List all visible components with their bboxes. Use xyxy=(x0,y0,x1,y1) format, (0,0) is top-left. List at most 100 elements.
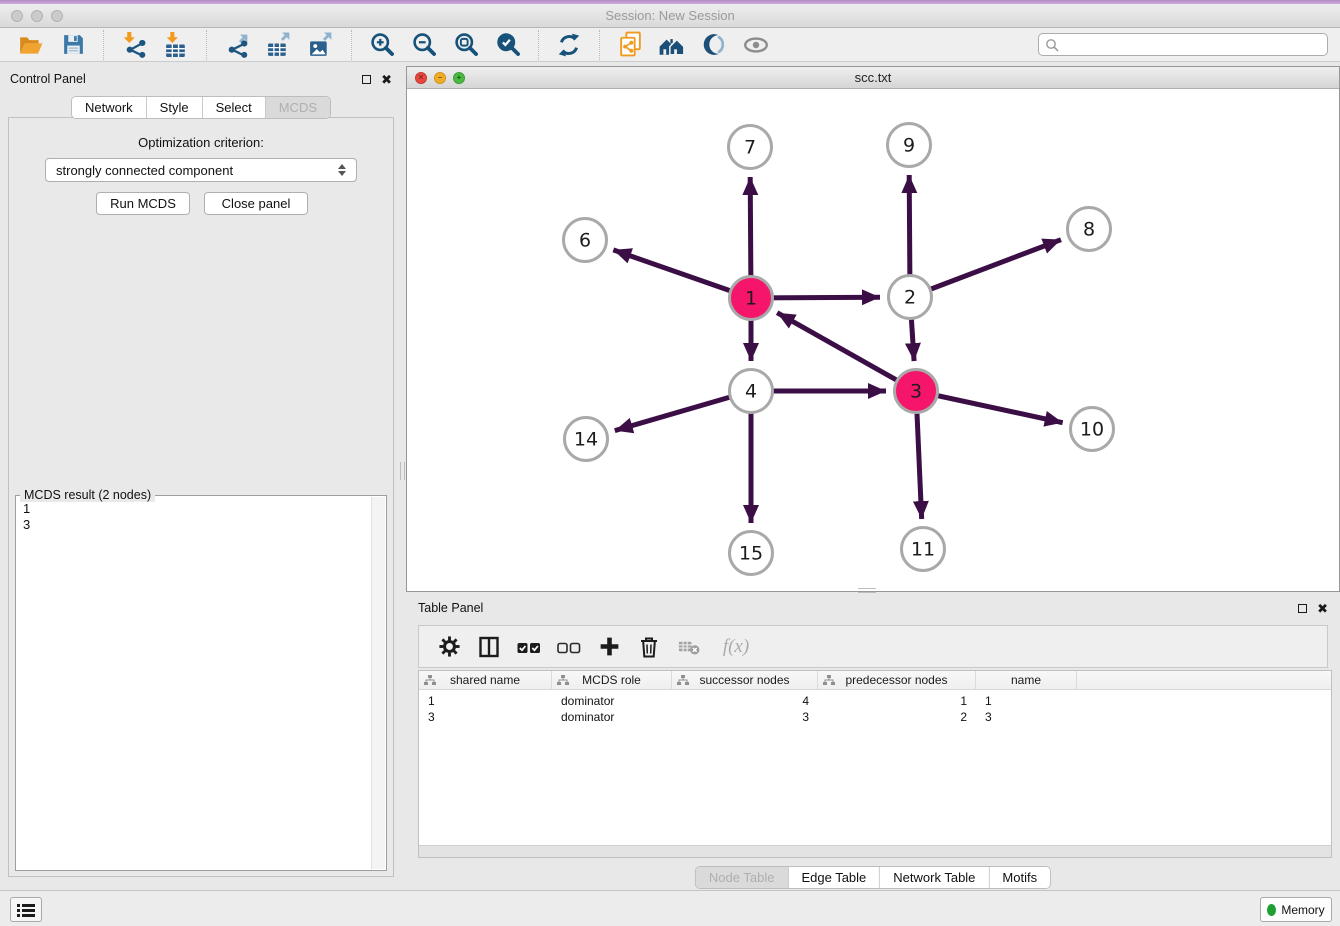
network-graph[interactable]: 7 9 6 8 1 2 4 3 14 10 15 11 xyxy=(407,89,1339,592)
vertical-splitter-handle[interactable] xyxy=(400,462,405,480)
table-cell[interactable]: 3 xyxy=(419,710,552,724)
memory-label: Memory xyxy=(1281,903,1324,917)
column-header-shared-name[interactable]: shared name xyxy=(419,671,552,689)
toolbar-separator xyxy=(351,30,352,60)
table-row[interactable]: 3dominator323 xyxy=(419,709,1331,725)
hierarchy-icon xyxy=(557,675,569,686)
window-title: Session: New Session xyxy=(0,8,1340,23)
export-image-icon[interactable] xyxy=(306,30,336,60)
tab-motifs[interactable]: Motifs xyxy=(989,867,1050,888)
table-row[interactable]: 1dominator411 xyxy=(419,693,1331,709)
toolbar-separator xyxy=(538,30,539,60)
zoom-out-icon[interactable] xyxy=(409,30,439,60)
result-scrollbar[interactable] xyxy=(371,497,385,869)
table-cell[interactable]: 1 xyxy=(419,694,552,708)
mcds-result-box: MCDS result (2 nodes) 13 xyxy=(15,495,387,871)
float-panel-icon[interactable] xyxy=(1298,604,1307,613)
svg-text:6: 6 xyxy=(579,230,591,252)
select-all-checkboxes-icon[interactable] xyxy=(514,632,544,662)
zoom-selected-icon[interactable] xyxy=(493,30,523,60)
column-header-predecessor-nodes[interactable]: predecessor nodes xyxy=(818,671,976,689)
graph-node-2[interactable]: 2 xyxy=(889,276,932,319)
graph-node-7[interactable]: 7 xyxy=(729,126,772,169)
table-cell[interactable]: 1 xyxy=(976,694,1077,708)
tab-network-table[interactable]: Network Table xyxy=(880,867,989,888)
table-cell[interactable]: 4 xyxy=(672,694,818,708)
close-panel-icon[interactable]: ✖ xyxy=(1317,604,1328,613)
task-history-button[interactable] xyxy=(10,897,42,922)
tab-edge-table[interactable]: Edge Table xyxy=(788,867,880,888)
import-network-icon[interactable] xyxy=(119,30,149,60)
save-session-icon[interactable] xyxy=(58,30,88,60)
tab-network[interactable]: Network xyxy=(72,97,147,118)
network-canvas[interactable]: 7 9 6 8 1 2 4 3 14 10 15 11 xyxy=(407,89,1339,591)
table-body: 1dominator4113dominator323 xyxy=(419,690,1331,725)
tab-style[interactable]: Style xyxy=(147,97,203,118)
add-column-icon[interactable] xyxy=(594,632,624,662)
table-toolbar: f(x) xyxy=(418,625,1328,668)
column-header-MCDS-role[interactable]: MCDS role xyxy=(552,671,672,689)
criterion-select[interactable]: strongly connected component xyxy=(45,158,357,182)
graph-node-8[interactable]: 8 xyxy=(1068,208,1111,251)
search-field[interactable] xyxy=(1038,33,1328,56)
graph-node-15[interactable]: 15 xyxy=(730,532,773,575)
status-bar: Memory xyxy=(0,890,1340,926)
table-cell[interactable]: 2 xyxy=(818,710,976,724)
graph-node-9[interactable]: 9 xyxy=(888,124,931,167)
network-view-window: ✕ − + scc.txt 7 9 6 8 1 2 4 3 14 10 15 11 xyxy=(406,66,1340,592)
mcds-panel: Optimization criterion: strongly connect… xyxy=(8,117,394,877)
tab-mcds[interactable]: MCDS xyxy=(266,97,330,118)
mcds-result-text[interactable]: 13 xyxy=(17,499,370,869)
tab-node-table[interactable]: Node Table xyxy=(696,867,789,888)
window-titlebar: Session: New Session xyxy=(0,4,1340,28)
fit-content-icon[interactable] xyxy=(451,30,481,60)
delete-column-icon[interactable] xyxy=(634,632,664,662)
svg-text:1: 1 xyxy=(745,288,757,310)
graph-node-11[interactable]: 11 xyxy=(902,528,945,571)
graph-edge-3-1[interactable] xyxy=(777,313,916,391)
graph-node-10[interactable]: 10 xyxy=(1071,408,1114,451)
split-columns-icon[interactable] xyxy=(474,632,504,662)
svg-text:7: 7 xyxy=(744,137,756,159)
refresh-icon[interactable] xyxy=(554,30,584,60)
toolbar-separator xyxy=(599,30,600,60)
table-cell[interactable]: dominator xyxy=(552,694,672,708)
close-panel-button[interactable]: Close panel xyxy=(204,192,308,215)
network-window-titlebar[interactable]: ✕ − + scc.txt xyxy=(407,67,1339,89)
memory-button[interactable]: Memory xyxy=(1260,897,1332,922)
table-footer-strip xyxy=(419,845,1331,857)
float-panel-icon[interactable] xyxy=(362,75,371,84)
close-panel-icon[interactable]: ✖ xyxy=(381,75,392,84)
gear-icon[interactable] xyxy=(434,632,464,662)
graph-node-14[interactable]: 14 xyxy=(565,418,608,461)
import-table-icon[interactable] xyxy=(161,30,191,60)
houses-icon[interactable] xyxy=(657,30,687,60)
graph-node-3[interactable]: 3 xyxy=(895,370,938,413)
table-cell[interactable]: 3 xyxy=(976,710,1077,724)
run-mcds-button[interactable]: Run MCDS xyxy=(96,192,190,215)
table-cell[interactable]: dominator xyxy=(552,710,672,724)
search-input[interactable] xyxy=(1064,38,1321,52)
zoom-in-icon[interactable] xyxy=(367,30,397,60)
toolbar-separator xyxy=(206,30,207,60)
export-table-icon[interactable] xyxy=(264,30,294,60)
horizontal-splitter-handle[interactable] xyxy=(858,588,876,593)
graph-node-1[interactable]: 1 xyxy=(730,277,773,320)
hide-graphics-details-icon[interactable] xyxy=(699,30,729,60)
eye-icon[interactable] xyxy=(741,30,771,60)
graph-node-6[interactable]: 6 xyxy=(564,219,607,262)
graph-node-4[interactable]: 4 xyxy=(730,370,773,413)
svg-text:8: 8 xyxy=(1083,219,1095,241)
deselect-all-checkboxes-icon[interactable] xyxy=(554,632,584,662)
column-header-name[interactable]: name xyxy=(976,671,1077,689)
svg-text:9: 9 xyxy=(903,135,915,157)
column-header-successor-nodes[interactable]: successor nodes xyxy=(672,671,818,689)
optimization-criterion-label: Optimization criterion: xyxy=(9,135,393,150)
open-session-icon[interactable] xyxy=(16,30,46,60)
clone-network-icon[interactable] xyxy=(615,30,645,60)
table-cell[interactable]: 3 xyxy=(672,710,818,724)
tab-select[interactable]: Select xyxy=(203,97,266,118)
table-cell[interactable]: 1 xyxy=(818,694,976,708)
graph-edge-2-8[interactable] xyxy=(910,240,1061,297)
export-network-icon[interactable] xyxy=(222,30,252,60)
